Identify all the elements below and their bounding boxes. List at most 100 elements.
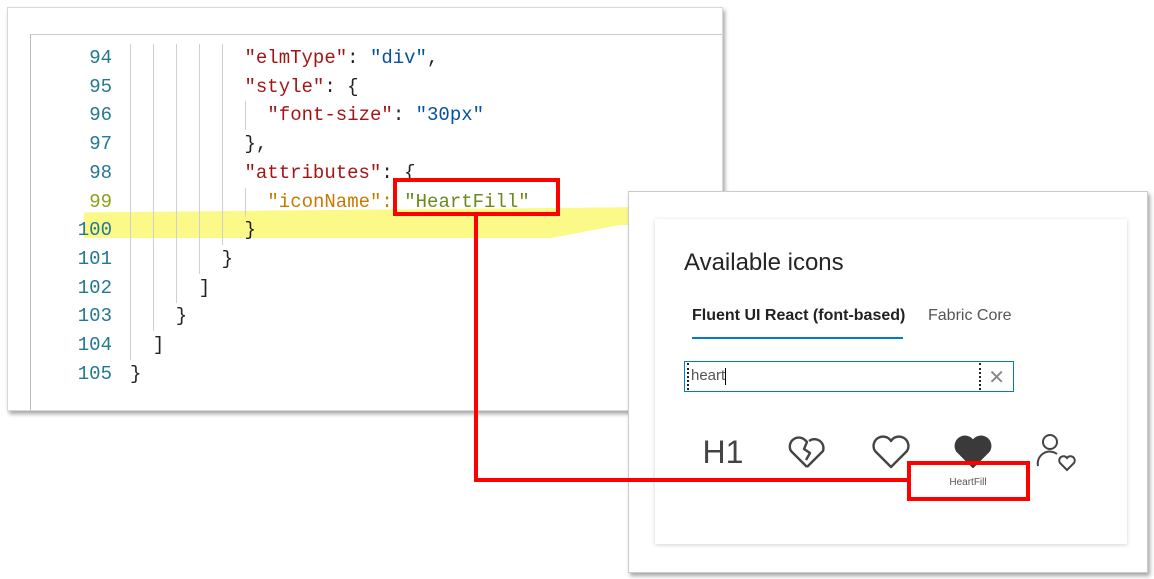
active-tab-underline — [692, 337, 903, 339]
panel-title: Available icons — [684, 249, 844, 276]
indent-guide — [152, 302, 154, 332]
header1-icon: H1 — [702, 433, 744, 470]
indent-guide — [175, 216, 177, 246]
indent-guide — [152, 101, 154, 131]
indent-guide — [175, 273, 177, 303]
icon-results: H1 — [655, 427, 1127, 477]
indent-guide — [130, 130, 131, 160]
focus-outline — [687, 363, 981, 390]
line-number: 101 — [77, 247, 112, 270]
indent-guide — [130, 158, 131, 188]
heart-icon — [872, 435, 910, 469]
code-token: "30px" — [415, 104, 485, 127]
indent-guide — [175, 130, 177, 160]
icon-search-input[interactable]: heart ✕ — [684, 361, 1014, 392]
indent-guide — [221, 101, 223, 131]
indent-guide — [130, 273, 131, 303]
code-token: } — [130, 362, 142, 385]
indent-guide — [130, 101, 131, 131]
indent-guide — [152, 187, 154, 217]
code-line: "attributes": { — [245, 159, 416, 187]
code-token: } — [221, 247, 233, 270]
indent-guide — [152, 44, 154, 73]
indent-guide — [198, 244, 200, 274]
code-token: : — [392, 104, 416, 127]
tab-fabric-core[interactable]: Fabric Core — [928, 307, 1012, 325]
code-token: ] — [198, 276, 211, 299]
code-token: , — [426, 47, 439, 69]
code-line: ] — [199, 274, 210, 302]
indent-guide — [130, 302, 131, 332]
tab-fluent-ui-react[interactable]: Fluent UI React (font-based) — [692, 307, 905, 325]
indent-guide — [198, 216, 200, 246]
code-token: } — [244, 219, 256, 242]
code-line: } — [176, 302, 187, 330]
indent-guide — [130, 72, 131, 102]
icon-picker-card: Available icons Fluent UI React (font-ba… — [655, 219, 1127, 544]
indent-guide — [175, 244, 177, 274]
code-line: "style": { — [245, 73, 359, 101]
indent-guide — [198, 130, 200, 160]
code-token: }, — [244, 133, 268, 156]
annotation-box-code — [393, 178, 560, 216]
indent-guide — [152, 273, 154, 303]
indent-guide — [130, 216, 131, 246]
search-value: heart — [691, 367, 726, 384]
line-number: 95 — [89, 75, 112, 98]
indent-guide — [198, 158, 200, 188]
icon-picker-window: Available icons Fluent UI React (font-ba… — [628, 191, 1148, 573]
code-token: "iconName" — [267, 190, 382, 213]
indent-guide — [221, 130, 223, 160]
indent-guide — [175, 72, 177, 102]
line-number: 103 — [77, 305, 112, 328]
code-token: ] — [152, 334, 165, 356]
indent-guide — [175, 158, 177, 188]
indent-guide — [198, 72, 200, 102]
code-token: "font-size" — [267, 104, 393, 127]
indent-guide — [221, 216, 223, 246]
indent-guide — [221, 44, 223, 73]
code-line: "elmType": "div", — [245, 44, 439, 72]
code-editor-window: 94 "elmType": "div", 95 "style": {96 "font-s… — [7, 7, 752, 411]
code-line: }, — [245, 130, 268, 158]
code-token: } — [175, 305, 188, 328]
line-number: 96 — [89, 104, 112, 127]
code-line: } — [130, 360, 141, 388]
indent-guide — [198, 187, 200, 217]
line-number: 102 — [77, 276, 112, 299]
icon-result-header1[interactable]: H1 — [698, 427, 748, 477]
indent-guide — [221, 187, 223, 217]
heart-broken-icon — [788, 436, 825, 468]
annotation-box-icon — [907, 461, 1030, 501]
text-caret — [725, 367, 727, 385]
code-line: ] — [153, 331, 164, 359]
line-number: 104 — [77, 334, 112, 356]
line-number: 105 — [77, 362, 112, 385]
indent-guide — [152, 72, 154, 102]
line-number: 97 — [89, 133, 112, 156]
line-number: 98 — [89, 161, 112, 184]
person-heart-icon — [1036, 434, 1076, 472]
line-number: 100 — [77, 219, 112, 242]
code-line: } — [222, 245, 233, 273]
indent-guide — [130, 187, 131, 217]
annotation-connector-vertical — [474, 215, 478, 482]
code-editor[interactable]: 94 "elmType": "div", 95 "style": {96 "font-s… — [30, 34, 752, 410]
indent-guide — [130, 244, 131, 274]
icon-result-heart-broken[interactable] — [782, 427, 832, 477]
code-token: : { — [324, 75, 359, 98]
code-token: "attributes" — [244, 161, 382, 184]
indent-guide — [152, 130, 154, 160]
code-line: } — [245, 216, 256, 244]
code-token: "div" — [369, 47, 427, 69]
clear-search-icon[interactable]: ✕ — [988, 365, 1005, 390]
indent-guide — [198, 44, 200, 73]
indent-guide — [130, 331, 131, 360]
code-token: : — [347, 47, 370, 69]
code-token: "style" — [244, 75, 325, 98]
annotation-connector-horizontal — [474, 478, 910, 482]
indent-guide — [152, 216, 154, 246]
icon-result-follow-user-heart[interactable] — [1031, 427, 1081, 477]
line-number: 99 — [89, 190, 112, 213]
code-token: "elmType" — [244, 47, 348, 69]
